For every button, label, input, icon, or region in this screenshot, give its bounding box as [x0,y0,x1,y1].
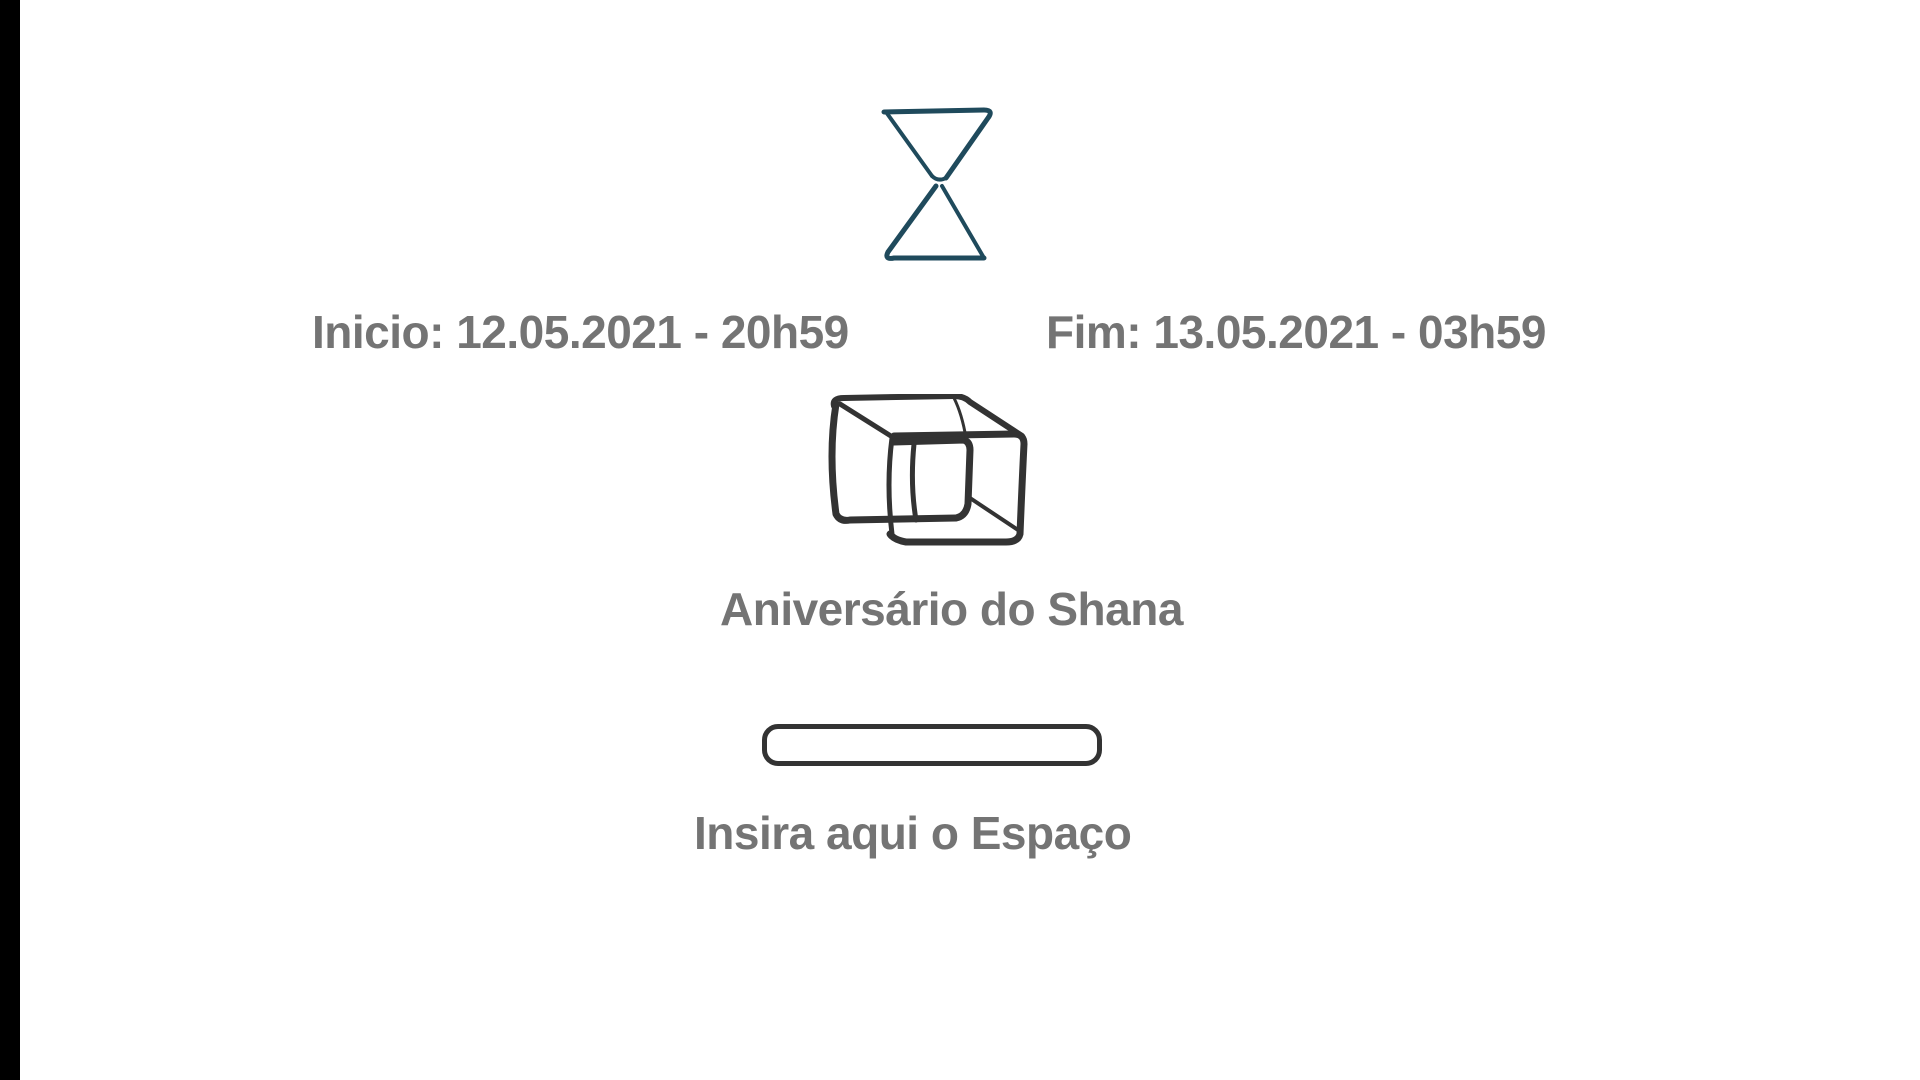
start-time: Inicio: 12.05.2021 - 20h59 [312,306,849,358]
box-icon [828,394,1028,546]
hourglass-icon [881,107,993,261]
space-input[interactable] [762,724,1102,766]
event-name: Aniversário do Shana [720,583,1183,635]
end-time: Fim: 13.05.2021 - 03h59 [1046,306,1546,358]
left-border [0,0,20,1080]
space-label: Insira aqui o Espaço [694,807,1132,859]
